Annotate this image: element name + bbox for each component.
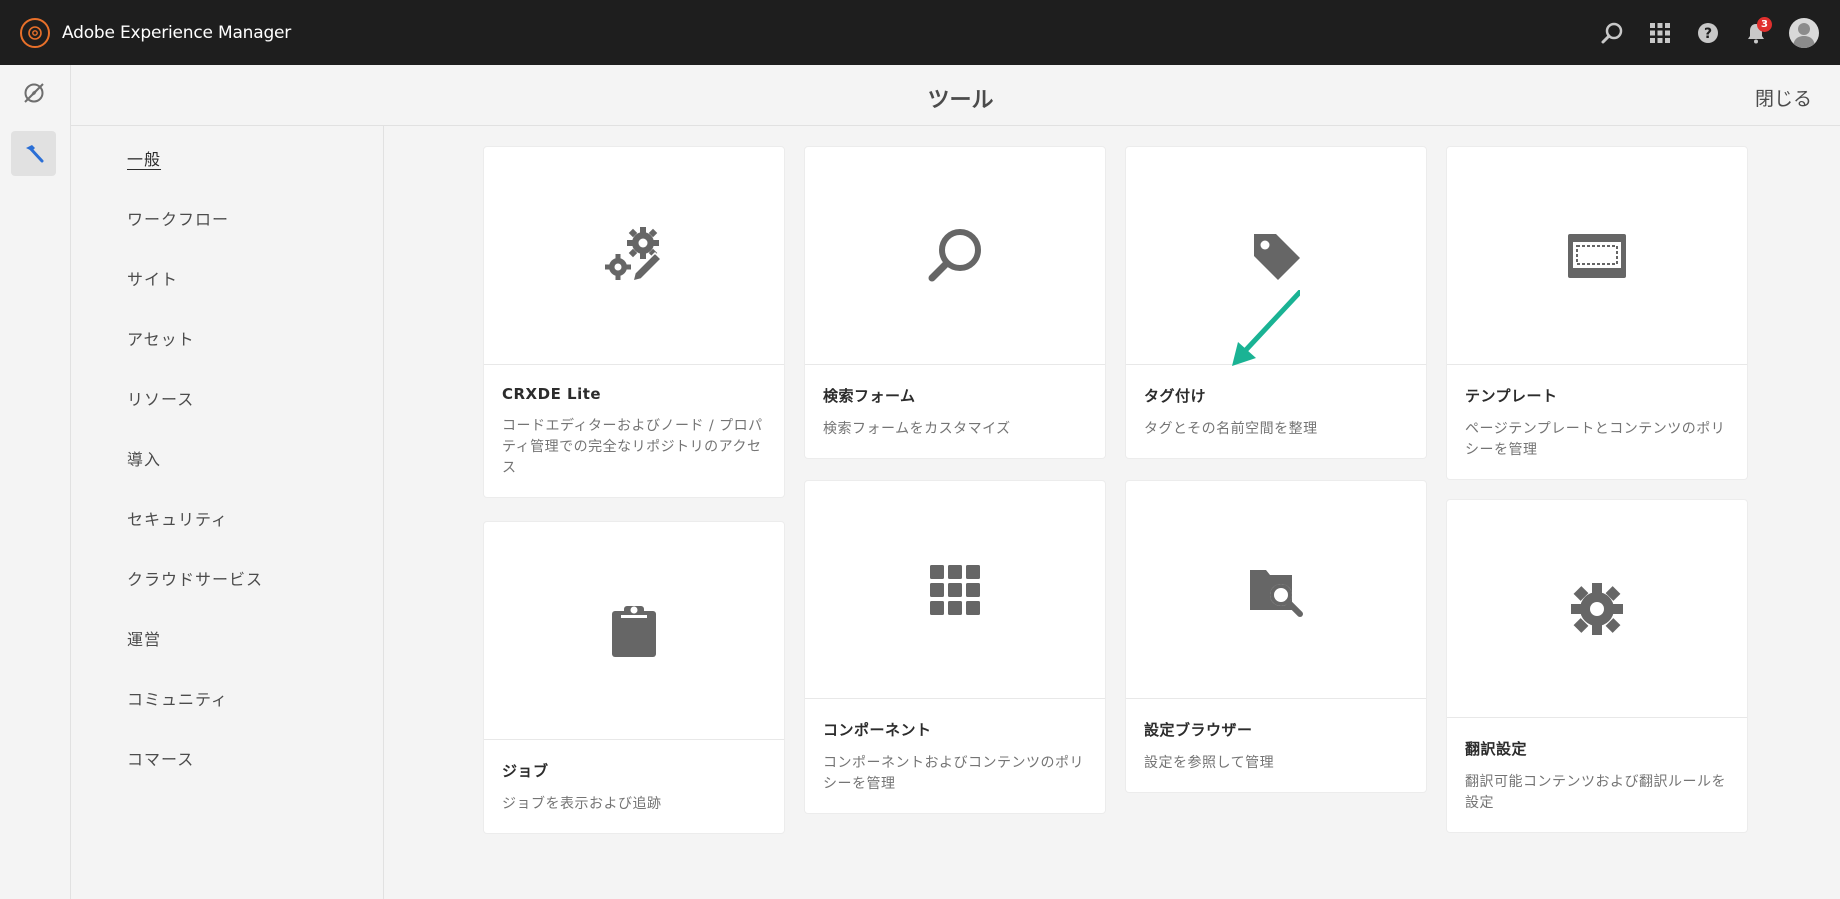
- clipboard-icon: [612, 605, 656, 657]
- tag-icon: [1254, 233, 1300, 280]
- navigation-icon: [23, 82, 44, 103]
- category-security[interactable]: セキュリティ: [127, 506, 228, 530]
- rail-navigation-button[interactable]: [11, 70, 56, 115]
- card-title: テンプレート: [1465, 387, 1558, 405]
- category-sites[interactable]: サイト: [127, 266, 178, 290]
- top-bar: Adobe Experience Manager ? 3: [0, 0, 1840, 65]
- tool-card-components[interactable]: コンポーネント コンポーネントおよびコンテンツのポリシーを管理: [805, 481, 1105, 813]
- tool-card-templates[interactable]: テンプレート ページテンプレートとコンテンツのポリシーを管理: [1447, 147, 1747, 479]
- rail-tools-button[interactable]: [11, 131, 56, 176]
- category-resources[interactable]: リソース: [127, 386, 194, 410]
- aem-logo-icon: [20, 17, 50, 48]
- card-title: 翻訳設定: [1465, 740, 1528, 758]
- tool-card-jobs[interactable]: ジョブ ジョブを表示および追跡: [484, 522, 784, 833]
- category-assets[interactable]: アセット: [127, 326, 195, 350]
- user-avatar: [1789, 17, 1819, 48]
- card-description: タグとその名前空間を整理: [1144, 421, 1318, 437]
- apps-grid-icon: [1650, 22, 1670, 43]
- tool-card-search-forms[interactable]: 検索フォーム 検索フォームをカスタマイズ: [805, 147, 1105, 458]
- category-communities[interactable]: コミュニティ: [127, 686, 228, 710]
- help-icon: ?: [1698, 22, 1718, 43]
- category-general[interactable]: 一般: [127, 146, 161, 170]
- category-nav: 一般 ワークフロー サイト アセット リソース 導入 セキュリティ クラウドサー…: [71, 126, 384, 899]
- magnifier-icon: [928, 228, 981, 281]
- gear-icon: [1571, 582, 1623, 635]
- tool-card-crxde[interactable]: CRXDE Lite コードエディターおよびノード / プロパティ管理での完全な…: [484, 147, 784, 497]
- gears-pencil-icon: [605, 226, 663, 282]
- tool-card-config-browser[interactable]: 設定ブラウザー 設定を参照して管理: [1126, 481, 1426, 792]
- card-title: ジョブ: [502, 762, 549, 780]
- category-workflow[interactable]: ワークフロー: [127, 206, 229, 230]
- search-icon: [1601, 22, 1623, 43]
- help-button[interactable]: ?: [1684, 9, 1732, 57]
- svg-text:?: ?: [1704, 26, 1712, 42]
- card-description: コードエディターおよびノード / プロパティ管理での完全なリポジトリのアクセス: [502, 418, 763, 476]
- card-description: 検索フォームをカスタマイズ: [823, 421, 1011, 437]
- category-commerce[interactable]: コマース: [127, 746, 194, 770]
- card-description: ページテンプレートとコンテンツのポリシーを管理: [1465, 421, 1726, 458]
- app-title: Adobe Experience Manager: [62, 22, 292, 43]
- notification-count-badge: 3: [1757, 16, 1772, 32]
- search-button[interactable]: [1588, 9, 1636, 57]
- close-button[interactable]: 閉じる: [1755, 84, 1812, 111]
- hammer-icon: [25, 144, 43, 162]
- card-description: 翻訳可能コンテンツおよび翻訳ルールを設定: [1465, 774, 1726, 811]
- card-description: コンポーネントおよびコンテンツのポリシーを管理: [823, 755, 1084, 792]
- card-description: ジョブを表示および追跡: [502, 796, 662, 812]
- category-cloud-services[interactable]: クラウドサービス: [127, 566, 263, 590]
- user-menu-button[interactable]: [1780, 9, 1828, 57]
- page-title: ツール: [927, 88, 994, 113]
- folder-search-icon: [1250, 569, 1303, 617]
- card-title: コンポーネント: [823, 721, 932, 739]
- category-deployment[interactable]: 導入: [127, 446, 161, 470]
- notifications-button[interactable]: 3: [1732, 9, 1780, 57]
- card-title: タグ付け: [1144, 387, 1207, 405]
- template-icon: [1568, 233, 1626, 278]
- card-title: CRXDE Lite: [502, 385, 602, 403]
- tool-card-translation-config[interactable]: 翻訳設定 翻訳可能コンテンツおよび翻訳ルールを設定: [1447, 500, 1747, 832]
- left-rail: [0, 65, 71, 899]
- card-description: 設定を参照して管理: [1144, 755, 1275, 771]
- card-title: 設定ブラウザー: [1144, 721, 1253, 739]
- brand[interactable]: Adobe Experience Manager: [20, 17, 292, 48]
- page-header: ツール 閉じる: [71, 65, 1840, 126]
- solutions-button[interactable]: [1636, 9, 1684, 57]
- grid-icon: [930, 564, 980, 615]
- category-operations[interactable]: 運営: [127, 626, 161, 650]
- annotation-arrow-icon: [1232, 290, 1300, 366]
- card-title: 検索フォーム: [823, 387, 916, 405]
